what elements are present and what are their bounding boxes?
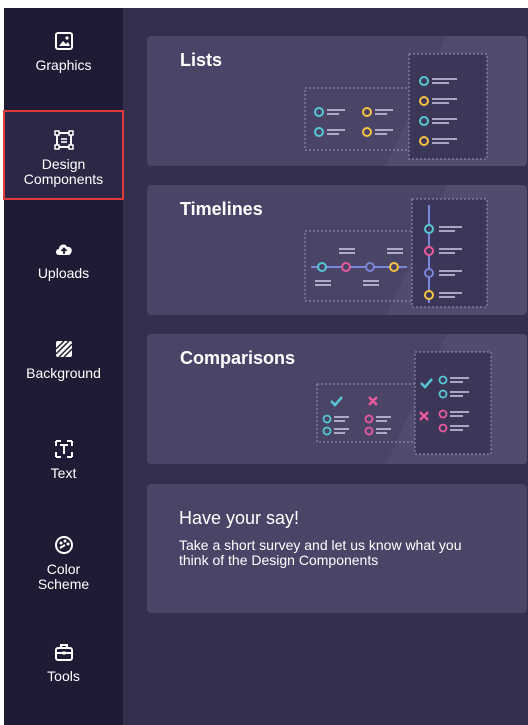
component-card-comparisons[interactable]: Comparisons xyxy=(147,334,527,464)
sidebar-item-text[interactable]: Text xyxy=(4,438,123,494)
palette-icon xyxy=(54,536,73,554)
sidebar-item-label: Uploads xyxy=(37,265,90,281)
comparisons-illustration-icon xyxy=(316,351,492,455)
cloud-upload-icon xyxy=(55,244,72,255)
sidebar-item-label: Graphics xyxy=(35,57,92,73)
sidebar-item-graphics[interactable]: Graphics xyxy=(4,30,123,90)
component-card-timelines[interactable]: Timelines xyxy=(147,185,527,315)
image-icon xyxy=(54,32,73,50)
components-icon xyxy=(53,130,74,150)
sidebar-item-color-scheme[interactable]: Color Scheme xyxy=(4,534,123,604)
sidebar-item-label: Tools xyxy=(47,668,80,684)
sidebar-item-uploads[interactable]: Uploads xyxy=(4,238,123,294)
card-title: Comparisons xyxy=(180,348,296,368)
card-title: Timelines xyxy=(180,199,263,219)
survey-title: Have your say! xyxy=(179,508,300,528)
sidebar-item-label: Background xyxy=(26,365,101,381)
sidebar: Graphics Design Components Uploads Backg… xyxy=(3,8,124,725)
background-pattern-icon xyxy=(54,340,73,358)
sidebar-item-label: Design Components xyxy=(23,156,104,187)
text-icon xyxy=(54,440,73,458)
timelines-illustration-icon xyxy=(304,198,488,308)
sidebar-item-tools[interactable]: Tools xyxy=(4,641,123,697)
sidebar-item-label: Color Scheme xyxy=(37,561,90,592)
toolbox-icon xyxy=(54,644,73,661)
sidebar-item-background[interactable]: Background xyxy=(4,338,123,394)
sidebar-item-label: Text xyxy=(50,465,77,481)
component-card-lists[interactable]: Lists xyxy=(147,36,527,166)
lists-illustration-icon xyxy=(304,53,488,160)
sidebar-item-design-components[interactable]: Design Components xyxy=(3,110,124,200)
app-frame: Graphics Design Components Uploads Backg… xyxy=(3,8,528,725)
survey-description: Take a short survey and let us know what… xyxy=(179,537,462,568)
card-title: Lists xyxy=(180,50,223,70)
survey-card[interactable]: Have your say! Take a short survey and l… xyxy=(147,484,527,613)
